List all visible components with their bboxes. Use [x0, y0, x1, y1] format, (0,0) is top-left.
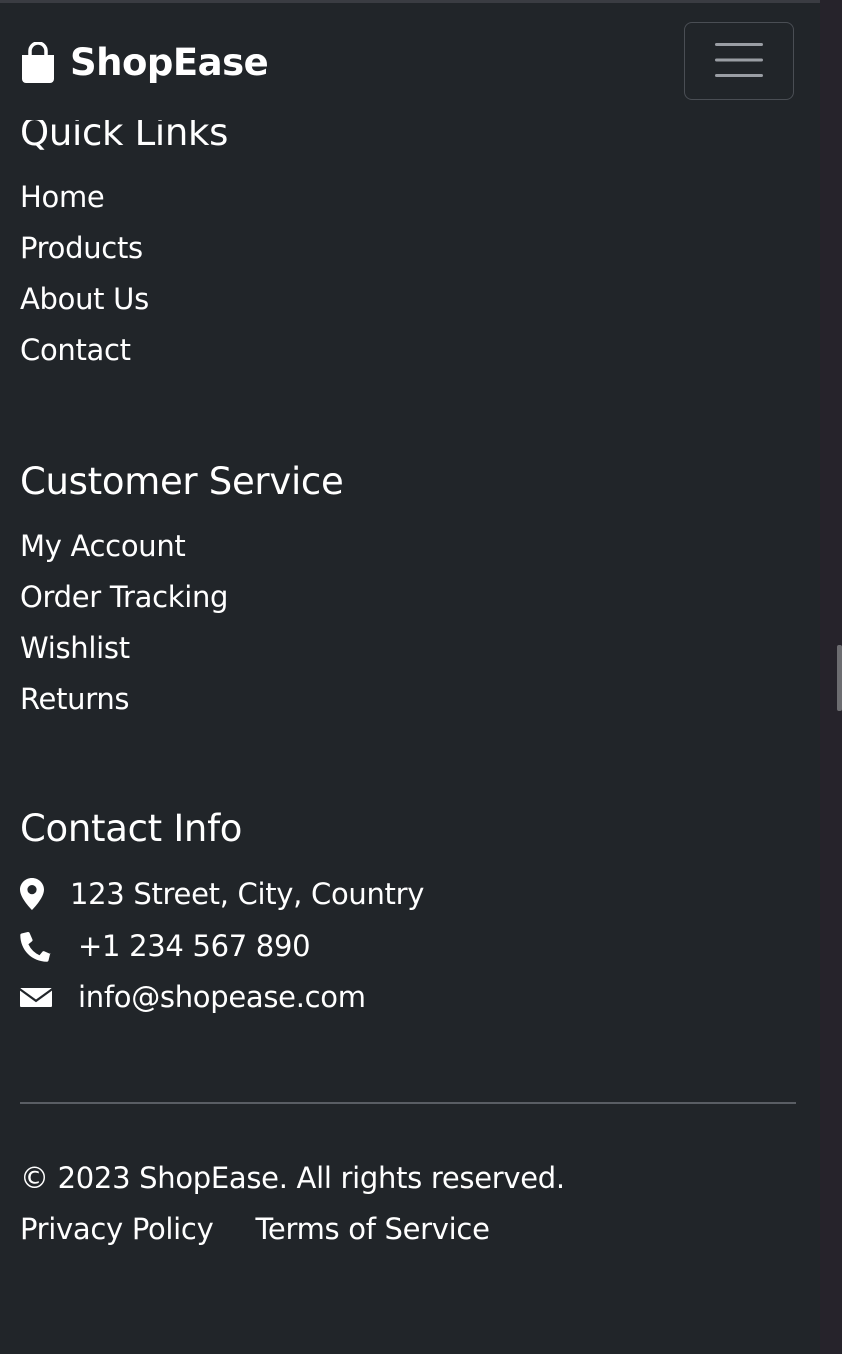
contact-email[interactable]: info@shopease.com: [78, 979, 366, 1015]
link-contact[interactable]: Contact: [20, 332, 131, 368]
terms-of-service-link[interactable]: Terms of Service: [255, 1211, 489, 1247]
link-products[interactable]: Products: [20, 230, 143, 266]
customer-service-title: Customer Service: [20, 460, 344, 503]
envelope-icon: [20, 981, 52, 1013]
contact-address: 123 Street, City, Country: [70, 877, 425, 911]
copyright-text: © 2023 ShopEase. All rights reserved.: [20, 1161, 565, 1195]
link-order-tracking[interactable]: Order Tracking: [20, 579, 228, 615]
brand-name: ShopEase: [70, 41, 269, 84]
phone-icon: [20, 930, 52, 962]
privacy-policy-link[interactable]: Privacy Policy: [20, 1211, 214, 1247]
contact-phone: +1 234 567 890: [78, 929, 311, 963]
link-wishlist[interactable]: Wishlist: [20, 630, 130, 666]
contact-phone-row: +1 234 567 890: [20, 928, 311, 964]
link-my-account[interactable]: My Account: [20, 528, 186, 564]
hamburger-menu-icon: [714, 40, 764, 83]
footer-divider: [20, 1102, 796, 1104]
contact-email-row: info@shopease.com: [20, 979, 366, 1015]
scrollbar-thumb[interactable]: [837, 645, 842, 711]
page: Quick Links Home Products About Us Conta…: [0, 0, 842, 1354]
link-home[interactable]: Home: [20, 179, 105, 215]
contact-address-row: 123 Street, City, Country: [20, 876, 424, 912]
link-returns[interactable]: Returns: [20, 681, 130, 717]
footer-bottom-links: Privacy Policy Terms of Service: [20, 1211, 490, 1247]
shopping-bag-icon: [20, 41, 56, 84]
brand-link[interactable]: ShopEase: [20, 41, 269, 85]
map-marker-icon: [20, 878, 52, 910]
navbar-toggler-button[interactable]: [684, 22, 794, 100]
contact-info-title: Contact Info: [20, 807, 243, 850]
navbar: ShopEase: [0, 3, 820, 120]
link-about-us[interactable]: About Us: [20, 281, 149, 317]
